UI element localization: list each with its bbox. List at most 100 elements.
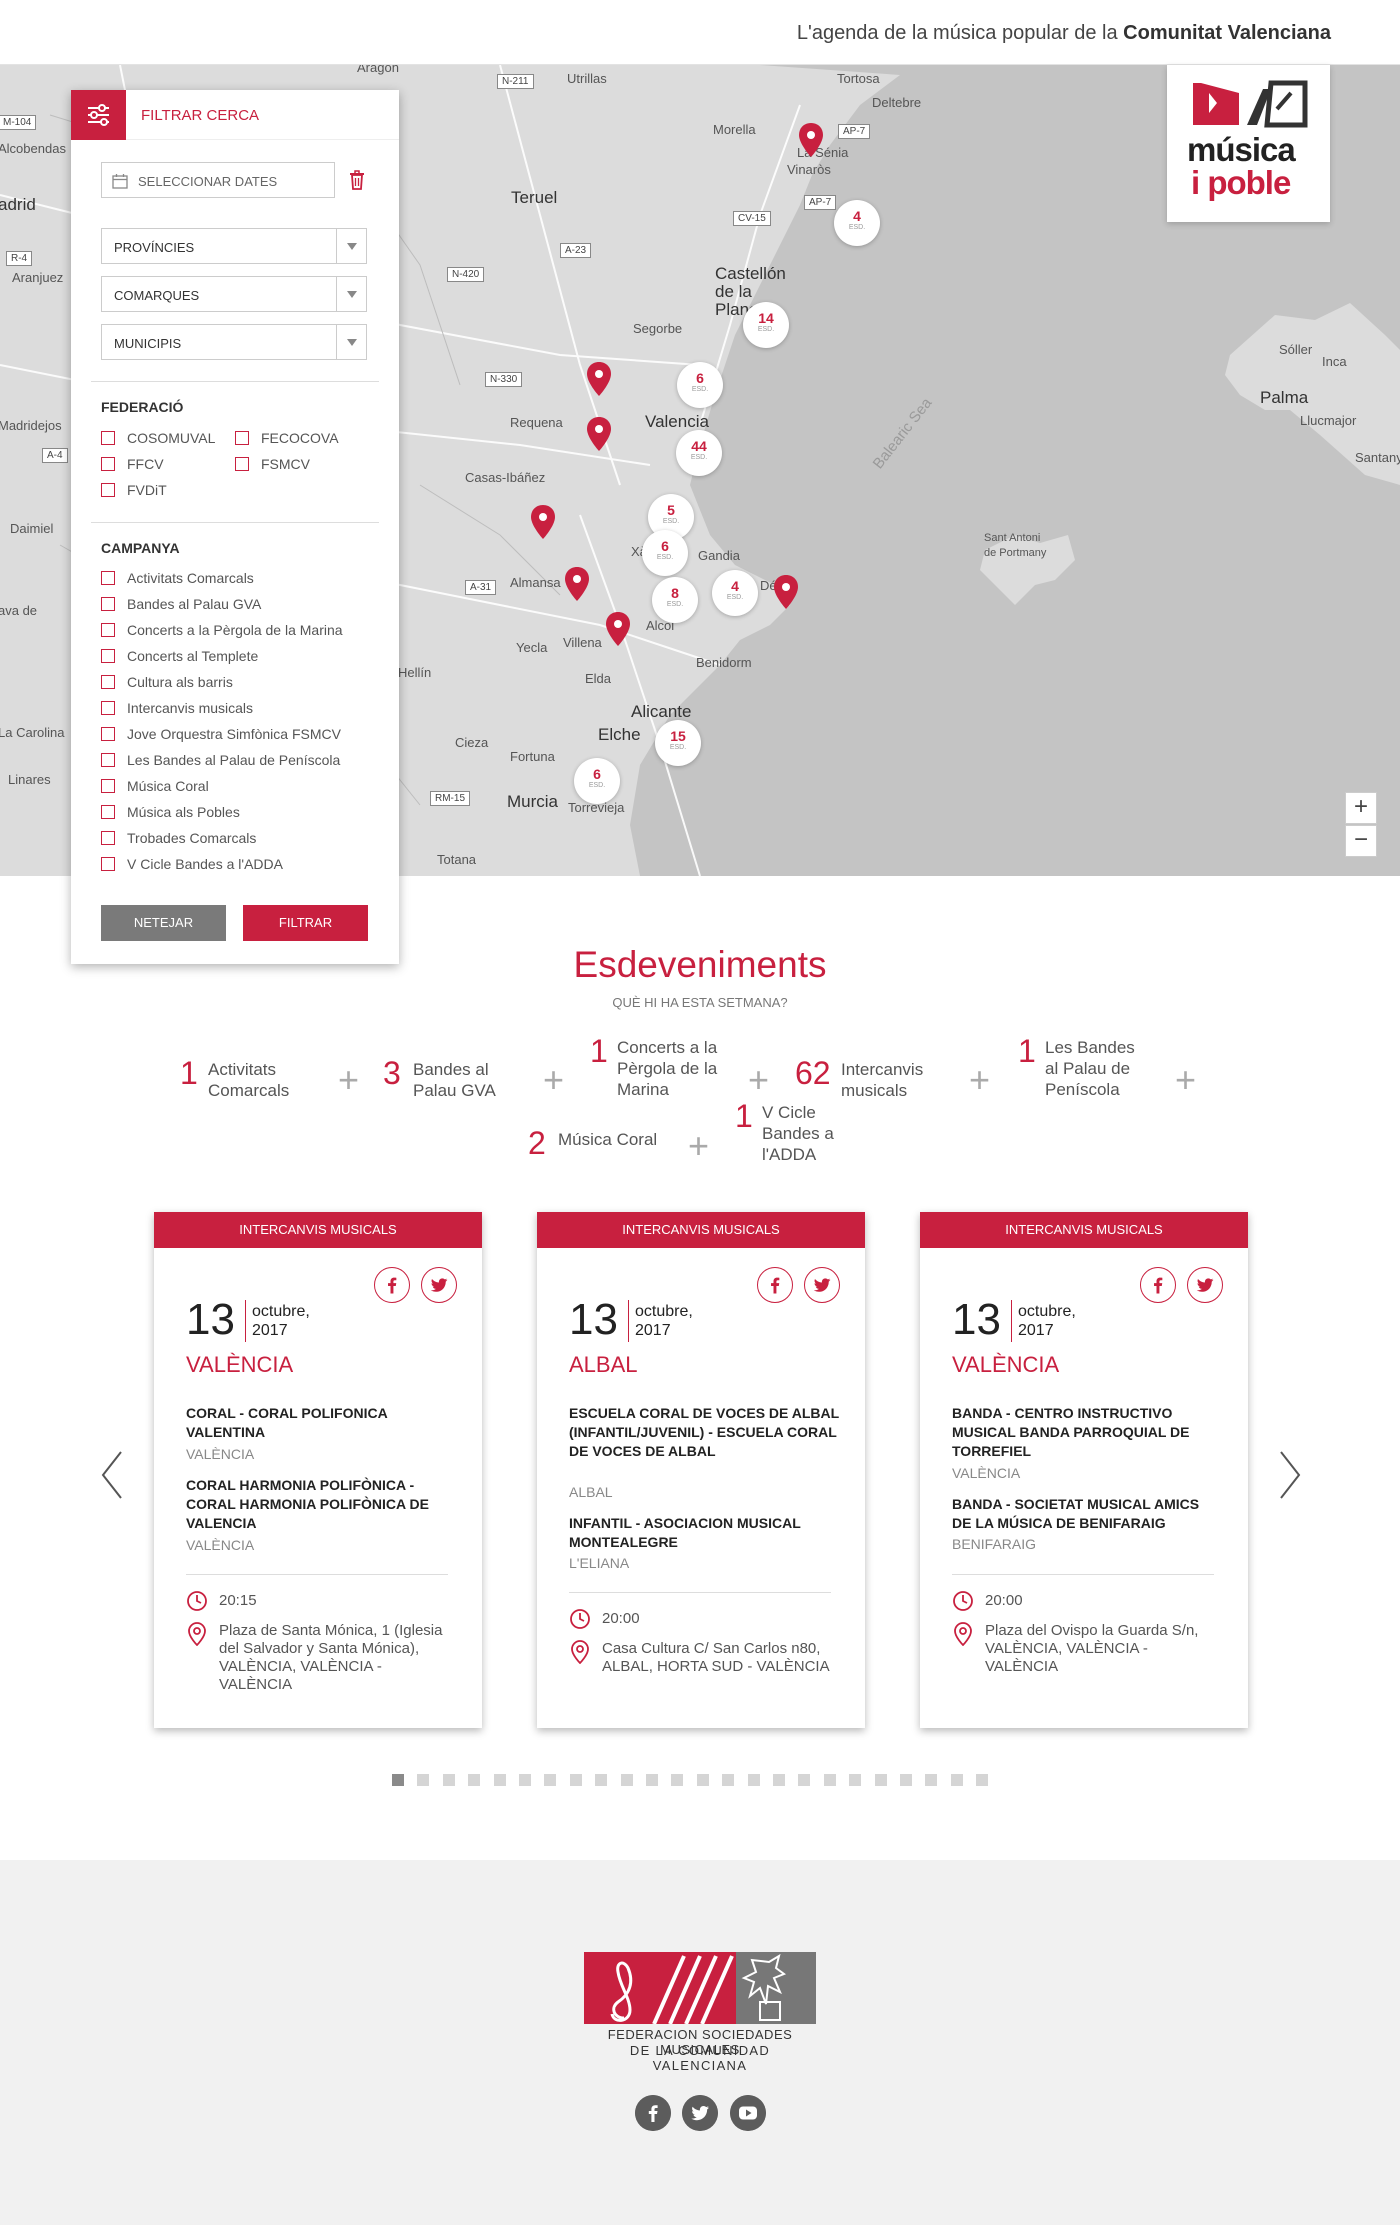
- map-cluster[interactable]: 8 ESD.: [652, 577, 698, 623]
- carousel-dot[interactable]: [468, 1774, 481, 1786]
- checkbox-box[interactable]: [101, 675, 115, 689]
- checkbox-campanya[interactable]: Intercanvis musicals: [101, 700, 253, 716]
- fsmcv-logo[interactable]: [584, 1952, 816, 2024]
- carousel-dot[interactable]: [925, 1774, 938, 1786]
- event-card[interactable]: INTERCANVIS MUSICALS 13 octubre, 2017 ALB…: [537, 1212, 865, 1728]
- filter-header[interactable]: FILTRAR CERCA: [71, 90, 399, 140]
- checkbox-box[interactable]: [101, 753, 115, 767]
- map-pin-icon[interactable]: [586, 362, 612, 396]
- twitter-icon[interactable]: [804, 1267, 840, 1303]
- facebook-icon[interactable]: [1140, 1267, 1176, 1303]
- checkbox-campanya[interactable]: Activitats Comarcals: [101, 570, 254, 586]
- checkbox-box[interactable]: [101, 649, 115, 663]
- checkbox-box[interactable]: [101, 779, 115, 793]
- carousel-dot[interactable]: [747, 1774, 760, 1786]
- clear-button[interactable]: NETEJAR: [101, 905, 226, 941]
- map-pin-icon[interactable]: [798, 123, 824, 157]
- map-pin-icon[interactable]: [605, 612, 631, 646]
- checkbox-cosomuval[interactable]: COSOMUVAL: [101, 430, 215, 446]
- checkbox-box[interactable]: [101, 431, 115, 445]
- map-pin-icon[interactable]: [564, 567, 590, 601]
- map-cluster[interactable]: 15 ESD.: [655, 720, 701, 766]
- filter-sliders-icon[interactable]: [71, 90, 126, 140]
- carousel-dot[interactable]: [798, 1774, 811, 1786]
- twitter-icon[interactable]: [421, 1267, 457, 1303]
- carousel-dot[interactable]: [646, 1774, 658, 1786]
- date-picker-field[interactable]: SELECCIONAR DATES: [101, 162, 335, 198]
- map-cluster[interactable]: 4 ESD.: [712, 570, 758, 616]
- carousel-dot[interactable]: [493, 1774, 506, 1786]
- carousel-dot[interactable]: [519, 1774, 531, 1786]
- map-pin-icon[interactable]: [586, 417, 612, 451]
- zoom-out-button[interactable]: −: [1345, 825, 1377, 857]
- select-municipis[interactable]: MUNICIPIS: [101, 324, 367, 360]
- map-pin-icon[interactable]: [530, 505, 556, 539]
- carousel-dot[interactable]: [569, 1774, 582, 1786]
- checkbox-box[interactable]: [235, 457, 249, 471]
- carousel-dot[interactable]: [671, 1774, 684, 1786]
- footer-youtube-icon[interactable]: [730, 2095, 766, 2131]
- map-cluster[interactable]: 44 ESD.: [676, 430, 722, 476]
- musica-i-poble-logo[interactable]: música i poble: [1167, 65, 1330, 222]
- carousel-dot[interactable]: [417, 1774, 430, 1786]
- footer-twitter-icon[interactable]: [682, 2095, 718, 2131]
- filter-button[interactable]: FILTRAR: [243, 905, 368, 941]
- checkbox-box[interactable]: [101, 623, 115, 637]
- checkbox-campanya[interactable]: Concerts al Templete: [101, 648, 258, 664]
- facebook-icon[interactable]: [757, 1267, 793, 1303]
- checkbox-campanya[interactable]: Jove Orquestra Simfònica FSMCV: [101, 726, 341, 742]
- chevron-left-icon[interactable]: [99, 1450, 125, 1500]
- carousel-dot[interactable]: [823, 1774, 836, 1786]
- carousel-dot[interactable]: [544, 1774, 557, 1786]
- checkbox-box[interactable]: [101, 727, 115, 741]
- checkbox-campanya[interactable]: V Cicle Bandes a l'ADDA: [101, 856, 283, 872]
- checkbox-box[interactable]: [101, 805, 115, 819]
- checkbox-fvdit[interactable]: FVDiT: [101, 482, 167, 498]
- checkbox-box[interactable]: [101, 831, 115, 845]
- carousel-dot[interactable]: [849, 1774, 862, 1786]
- facebook-icon[interactable]: [374, 1267, 410, 1303]
- select-comarques[interactable]: COMARQUES: [101, 276, 367, 312]
- carousel-dot[interactable]: [442, 1774, 455, 1786]
- checkbox-box[interactable]: [101, 701, 115, 715]
- carousel-dot[interactable]: [976, 1774, 989, 1786]
- checkbox-box[interactable]: [101, 457, 115, 471]
- map-cluster[interactable]: 6 ESD.: [677, 362, 723, 408]
- checkbox-fsmcv[interactable]: FSMCV: [235, 456, 310, 472]
- checkbox-campanya[interactable]: Música als Pobles: [101, 804, 240, 820]
- map-cluster[interactable]: 4 ESD.: [834, 200, 880, 246]
- checkbox-fecocova[interactable]: FECOCOVA: [235, 430, 339, 446]
- checkbox-campanya[interactable]: Bandes al Palau GVA: [101, 596, 261, 612]
- map-pin-icon[interactable]: [773, 575, 799, 609]
- checkbox-box[interactable]: [235, 431, 249, 445]
- map-cluster[interactable]: 6 ESD.: [574, 758, 620, 804]
- carousel-dot[interactable]: [696, 1774, 709, 1786]
- map-cluster[interactable]: 14 ESD.: [743, 302, 789, 348]
- checkbox-box[interactable]: [101, 483, 115, 497]
- footer-facebook-icon[interactable]: [635, 2095, 671, 2131]
- zoom-in-button[interactable]: +: [1345, 792, 1377, 824]
- checkbox-campanya[interactable]: Música Coral: [101, 778, 209, 794]
- checkbox-box[interactable]: [101, 857, 115, 871]
- checkbox-campanya[interactable]: Cultura als barris: [101, 674, 233, 690]
- carousel-dot[interactable]: [900, 1774, 912, 1786]
- select-provincies[interactable]: PROVÍNCIES: [101, 228, 367, 264]
- checkbox-ffcv[interactable]: FFCV: [101, 456, 164, 472]
- event-card[interactable]: INTERCANVIS MUSICALS 13 octubre, 2017 VAL…: [154, 1212, 482, 1728]
- carousel-dot[interactable]: [773, 1774, 785, 1786]
- map-cluster[interactable]: 6 ESD.: [642, 530, 688, 576]
- event-card[interactable]: INTERCANVIS MUSICALS 13 octubre, 2017 VAL…: [920, 1212, 1248, 1728]
- carousel-dot[interactable]: [722, 1774, 735, 1786]
- checkbox-campanya[interactable]: Concerts a la Pèrgola de la Marina: [101, 622, 343, 638]
- twitter-icon[interactable]: [1187, 1267, 1223, 1303]
- checkbox-campanya[interactable]: Trobades Comarcals: [101, 830, 256, 846]
- carousel-dot[interactable]: [874, 1774, 887, 1786]
- trash-icon[interactable]: [349, 170, 365, 190]
- carousel-dot[interactable]: [595, 1774, 608, 1786]
- carousel-dot[interactable]: [620, 1774, 633, 1786]
- checkbox-box[interactable]: [101, 597, 115, 611]
- carousel-dot[interactable]: [950, 1774, 963, 1786]
- checkbox-campanya[interactable]: Les Bandes al Palau de Peníscola: [101, 752, 340, 768]
- carousel-dot[interactable]: [392, 1774, 404, 1786]
- chevron-right-icon[interactable]: [1277, 1450, 1303, 1500]
